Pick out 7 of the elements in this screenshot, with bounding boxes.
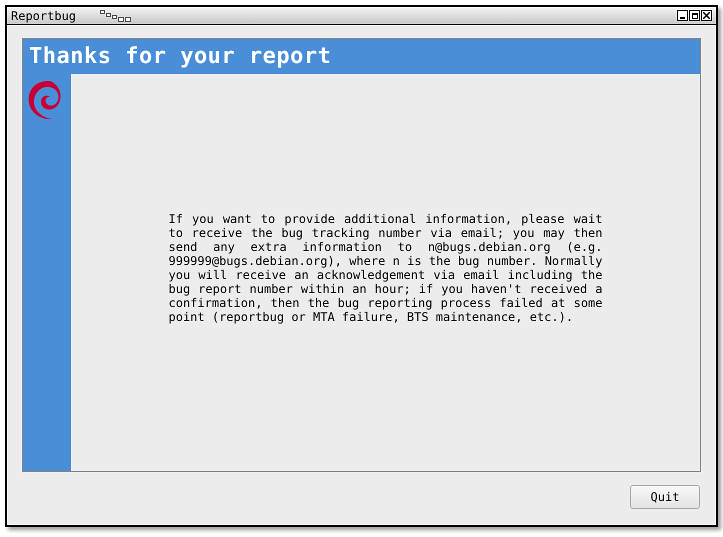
quit-button[interactable]: Quit [630,485,700,509]
window-title: Reportbug [11,8,76,24]
header-title: Thanks for your report [29,43,332,71]
maximize-button[interactable] [689,10,700,21]
minimize-button[interactable] [677,10,688,21]
message-text: If you want to provide additional information, please wait to receive the bug tracking number via email; you may then send any extra information to n@bugs.debian.org (e.g. 999999@bugs.debian.org), where n is the bug number. Normally you will receive an acknowledgement via email including the bug report number within an hour; if you haven't received a confirmation, then the bug reporting process failed at some point (reportbug or MTA failure, BTS maintenance, etc.). [168,212,602,324]
close-button[interactable] [701,10,712,21]
